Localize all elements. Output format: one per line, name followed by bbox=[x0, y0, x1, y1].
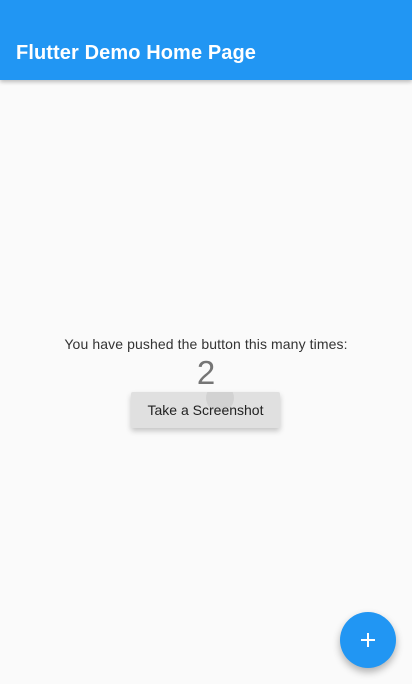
take-screenshot-label: Take a Screenshot bbox=[147, 402, 264, 418]
app-bar: Flutter Demo Home Page bbox=[0, 0, 412, 80]
increment-fab[interactable] bbox=[340, 612, 396, 668]
page-title: Flutter Demo Home Page bbox=[16, 42, 257, 64]
counter-value: 2 bbox=[196, 354, 216, 391]
plus-icon bbox=[361, 633, 375, 647]
counter-message: You have pushed the button this many tim… bbox=[64, 336, 348, 352]
take-screenshot-button[interactable]: Take a Screenshot bbox=[131, 392, 280, 428]
